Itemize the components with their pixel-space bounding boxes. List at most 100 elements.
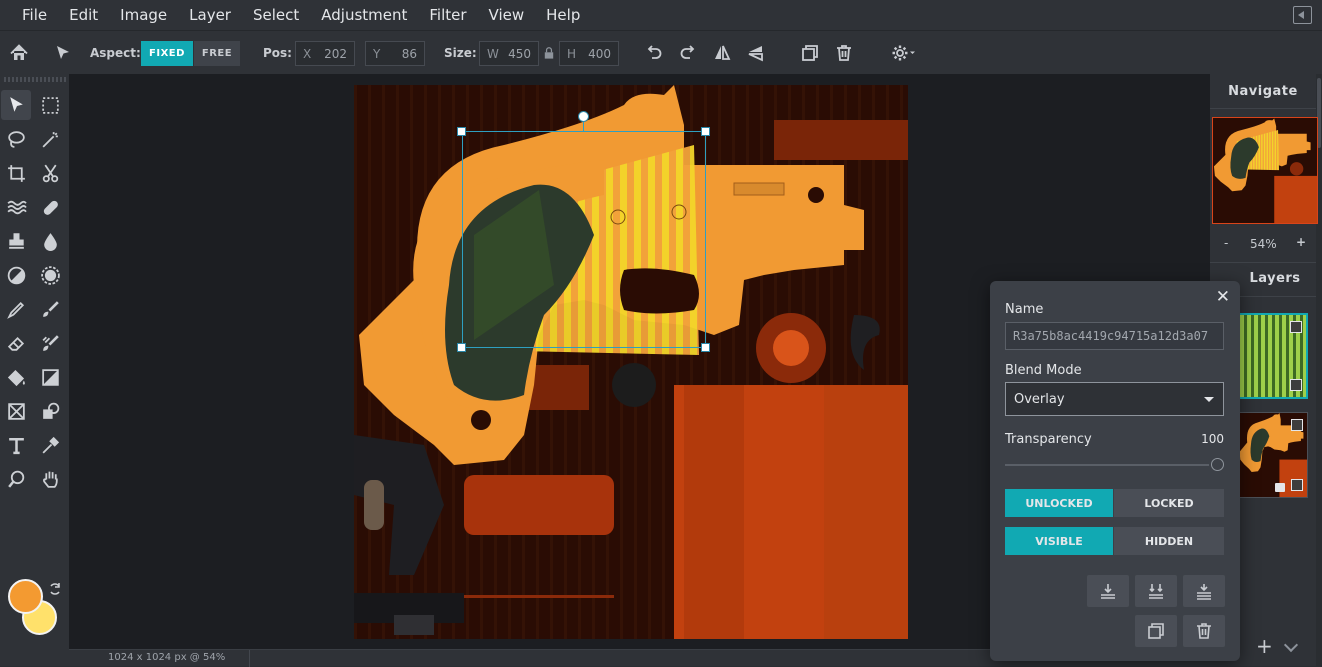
flatten-button[interactable] (1183, 575, 1225, 607)
resize-handle-top-left[interactable] (457, 127, 466, 136)
panel-grip[interactable] (4, 77, 66, 82)
aspect-free-button[interactable]: FREE (194, 41, 240, 66)
merge-visible-button[interactable] (1135, 575, 1177, 607)
close-icon[interactable]: ✕ (1216, 287, 1230, 307)
cut-tool-button[interactable] (35, 158, 65, 188)
swap-colors-icon[interactable] (47, 581, 63, 597)
redo-icon[interactable] (675, 39, 701, 67)
navigator-thumbnail[interactable] (1212, 117, 1318, 224)
menu-file[interactable]: File (0, 0, 58, 30)
merge-visible-icon (1149, 584, 1163, 599)
layer-lock-icon[interactable] (1275, 483, 1285, 492)
eraser-tool-button[interactable] (1, 328, 31, 358)
pos-x-field[interactable]: X 202 (295, 41, 355, 66)
visible-button[interactable]: VISIBLE (1005, 527, 1113, 555)
flip-horizontal-icon[interactable] (709, 39, 735, 67)
undo-icon[interactable] (641, 39, 667, 67)
size-w-label: W (487, 47, 499, 61)
sponge-tool-button[interactable] (35, 260, 65, 290)
hand-tool-button[interactable] (35, 464, 65, 494)
navigator-zoom-row: - 54% + (1210, 235, 1316, 253)
transparency-slider-knob[interactable] (1211, 458, 1224, 471)
zoom-out-button[interactable]: - (1224, 236, 1228, 250)
locked-button[interactable]: LOCKED (1114, 489, 1224, 517)
trash-icon[interactable] (831, 39, 857, 67)
menu-select[interactable]: Select (242, 0, 310, 30)
layers-expand-icon[interactable] (1283, 637, 1299, 653)
pen-tool-button[interactable] (1, 294, 31, 324)
shapes-tool-button[interactable] (35, 396, 65, 426)
duplicate-icon[interactable] (797, 39, 823, 67)
magic-wand-tool-button[interactable] (35, 124, 65, 154)
size-h-field[interactable]: H 400 (559, 41, 619, 66)
hidden-button[interactable]: HIDDEN (1114, 527, 1224, 555)
crop-tool-button[interactable] (1, 158, 31, 188)
color-replace-tool-button[interactable] (35, 328, 65, 358)
menu-edit[interactable]: Edit (58, 0, 109, 30)
flip-vertical-icon[interactable] (743, 39, 769, 67)
resize-handle-bottom-right[interactable] (701, 343, 710, 352)
transparency-label: Transparency (1005, 432, 1092, 447)
flatten-icon (1197, 584, 1211, 600)
pos-y-label: Y (373, 47, 381, 61)
move-tool-icon[interactable] (50, 39, 76, 67)
bandage-tool-button[interactable] (35, 192, 65, 222)
aspect-fixed-button[interactable]: FIXED (141, 41, 193, 66)
foreground-color-swatch[interactable] (8, 579, 43, 614)
unlocked-button[interactable]: UNLOCKED (1005, 489, 1113, 517)
resize-handle-bottom-left[interactable] (457, 343, 466, 352)
canvas-size-status: 1024 x 1024 px @ 54% (108, 652, 226, 663)
zoom-value: 54% (1250, 237, 1277, 251)
transparency-slider-track[interactable] (1005, 464, 1209, 466)
liquify-tool-button[interactable] (1, 192, 31, 222)
dodge-tool-button[interactable] (1, 260, 31, 290)
gradient-tool-button[interactable] (35, 362, 65, 392)
fill-tool-button[interactable] (1, 362, 31, 392)
eyedropper-tool-button[interactable] (35, 430, 65, 460)
transparency-value: 100 (1201, 432, 1224, 446)
menu-help[interactable]: Help (535, 0, 591, 30)
frame-tool-button[interactable] (1, 396, 31, 426)
resize-handle-top-right[interactable] (701, 127, 710, 136)
size-label: Size: (444, 46, 477, 60)
gear-icon[interactable] (885, 39, 921, 67)
brush-tool-button[interactable] (35, 294, 65, 324)
blend-mode-select[interactable]: Overlay (1005, 382, 1224, 416)
duplicate-layer-icon (1148, 623, 1164, 639)
layer-thumb-stripes[interactable] (1238, 313, 1308, 399)
delete-layer-button[interactable] (1183, 615, 1225, 647)
rotate-handle[interactable] (578, 111, 589, 122)
duplicate-layer-button[interactable] (1135, 615, 1177, 647)
menu-image[interactable]: Image (109, 0, 178, 30)
menu-filter[interactable]: Filter (418, 0, 477, 30)
move-tool-button[interactable] (1, 90, 31, 120)
rotate-handle-line (583, 121, 584, 131)
size-w-field[interactable]: W 450 (479, 41, 539, 66)
zoom-tool-button[interactable] (1, 464, 31, 494)
layer-base-menu-icon[interactable] (1291, 479, 1303, 491)
layer-name-field[interactable]: R3a75b8ac4419c94715a12d3a07 (1005, 322, 1224, 350)
merge-down-button[interactable] (1087, 575, 1129, 607)
pos-y-field[interactable]: Y 86 (365, 41, 425, 66)
text-tool-button[interactable] (1, 430, 31, 460)
zoom-in-button[interactable]: + (1296, 235, 1306, 249)
lasso-tool-button[interactable] (1, 124, 31, 154)
menu-view[interactable]: View (478, 0, 536, 30)
home-icon[interactable] (6, 39, 32, 67)
document-canvas[interactable] (354, 85, 908, 639)
lock-icon[interactable] (538, 39, 560, 67)
menu-layer[interactable]: Layer (178, 0, 242, 30)
blend-mode-label: Blend Mode (1005, 363, 1082, 378)
collapse-panel-icon[interactable] (1293, 6, 1312, 24)
blur-tool-button[interactable] (35, 226, 65, 256)
selection-box[interactable] (462, 131, 706, 348)
layer-thumb-base[interactable] (1238, 412, 1308, 498)
menu-adjustment[interactable]: Adjustment (310, 0, 418, 30)
rect-select-tool-button[interactable] (35, 90, 65, 120)
layer-menu-icon[interactable] (1290, 379, 1302, 391)
layer-base-type-icon (1291, 419, 1303, 431)
size-w-value: 450 (508, 47, 531, 61)
add-layer-icon[interactable]: + (1256, 634, 1273, 658)
clone-stamp-tool-button[interactable] (1, 226, 31, 256)
tools-panel (0, 74, 69, 666)
